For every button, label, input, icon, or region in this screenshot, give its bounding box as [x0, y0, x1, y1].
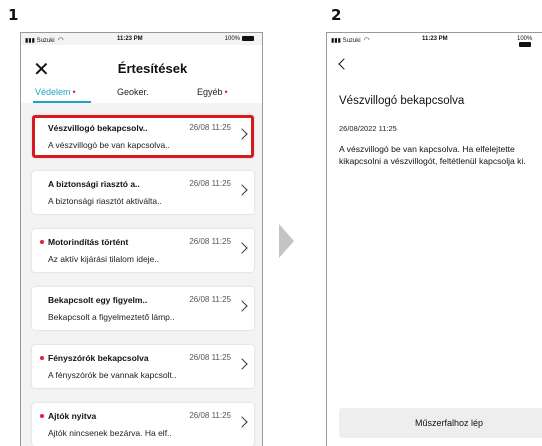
chevron-right-icon: [236, 358, 248, 370]
notification-date: 26/08 11:25: [189, 179, 231, 188]
chevron-right-icon: [236, 128, 248, 140]
chevron-right-icon: [236, 300, 248, 312]
unread-dot-icon: [40, 356, 44, 360]
notification-title: A biztonsági riasztó a..: [48, 179, 140, 189]
notification-item[interactable]: Fényszórók bekapcsolva 26/08 11:25 A fén…: [32, 345, 254, 388]
notification-date: 26/08 11:25: [189, 295, 231, 304]
notification-date: 26/08 11:25: [189, 123, 231, 132]
page-title: Értesítések: [117, 61, 188, 76]
signal-icon: ▮▮▮: [331, 38, 341, 44]
step-number-1: 1: [8, 6, 19, 24]
go-to-dashboard-button[interactable]: Műszerfalhoz lép: [339, 408, 542, 438]
signal-icon: ▮▮▮: [25, 38, 35, 44]
notification-item[interactable]: Motorindítás történt 26/08 11:25 Az aktí…: [32, 229, 254, 272]
notification-title: Bekapcsolt egy figyelm..: [48, 295, 148, 305]
notification-item[interactable]: Bekapcsolt egy figyelm.. 26/08 11:25 Bek…: [32, 287, 254, 330]
detail-title: Vészvillogó bekapcsolva: [339, 95, 465, 107]
next-step-arrow-icon: [279, 224, 294, 258]
notification-title: Vészvillogó bekapcsolv..: [48, 123, 148, 133]
tab-vedelem[interactable]: Védelem •: [35, 87, 76, 97]
notification-body: Bekapcsolt a figyelmeztető lámp..: [48, 312, 175, 322]
chevron-right-icon: [236, 416, 248, 428]
carrier-label: ▮▮▮ Suzuki ◠: [331, 37, 370, 44]
notification-body: A vészvillogó be van kapcsolva..: [48, 140, 170, 150]
status-time: 11:23 PM: [422, 36, 448, 42]
status-bar: ▮▮▮ Suzuki ◠ 11:23 PM 100%: [21, 33, 262, 45]
unread-dot-icon: [40, 240, 44, 244]
notification-date: 26/08 11:25: [189, 237, 231, 246]
detail-date: 26/08/2022 11:25: [339, 124, 397, 133]
battery-icon: [242, 36, 254, 41]
notification-item[interactable]: Vészvillogó bekapcsolv.. 26/08 11:25 A v…: [32, 115, 254, 158]
unread-dot-icon: [40, 414, 44, 418]
battery-indicator: 100%: [517, 36, 542, 48]
notification-item[interactable]: Ajtók nyitva 26/08 11:25 Ajtók nincsenek…: [32, 403, 254, 446]
active-tab-indicator: [33, 101, 91, 103]
notification-date: 26/08 11:25: [189, 353, 231, 362]
tab-bar: Védelem • Geoker. Egyéb •: [21, 85, 262, 103]
header: ✕ Értesítések Védelem • Geoker. Egyéb •: [21, 45, 262, 103]
notification-detail-screen: ▮▮▮ Suzuki ◠ 11:23 PM 100% Vészvillogó be…: [326, 32, 542, 446]
battery-icon: [519, 42, 531, 47]
status-bar: ▮▮▮ Suzuki ◠ 11:23 PM 100%: [327, 33, 542, 48]
chevron-right-icon: [236, 242, 248, 254]
back-chevron-icon[interactable]: [338, 58, 350, 70]
notification-body: A fényszórók be vannak kapcsolt..: [48, 370, 177, 380]
tab-unread-dot: •: [72, 87, 76, 97]
notification-body: A biztonsági riasztót aktiválta..: [48, 196, 162, 206]
notification-body: Ajtók nincsenek bezárva. Ha elf..: [48, 428, 172, 438]
notification-title: Fényszórók bekapcsolva: [48, 353, 149, 363]
chevron-right-icon: [236, 184, 248, 196]
carrier-label: ▮▮▮ Suzuki ◠: [25, 37, 64, 44]
wifi-icon: ◠: [363, 37, 370, 44]
notification-title: Ajtók nyitva: [48, 411, 97, 421]
notification-date: 26/08 11:25: [189, 411, 231, 420]
tab-unread-dot: •: [224, 87, 228, 97]
step-number-2: 2: [331, 6, 342, 24]
tab-geoker[interactable]: Geoker.: [117, 87, 149, 97]
detail-body: A vészvillogó be van kapcsolva. Ha elfel…: [339, 144, 526, 166]
notification-body: Az aktív kijárási tilalom ideje..: [48, 254, 160, 264]
notification-item[interactable]: A biztonsági riasztó a.. 26/08 11:25 A b…: [32, 171, 254, 214]
tab-egyeb[interactable]: Egyéb •: [197, 87, 228, 97]
battery-indicator: 100%: [225, 36, 254, 42]
notification-title: Motorindítás történt: [48, 237, 129, 247]
wifi-icon: ◠: [57, 37, 64, 44]
notifications-screen: ▮▮▮ Suzuki ◠ 11:23 PM 100% ✕ Értesítések …: [20, 32, 263, 446]
status-time: 11:23 PM: [117, 36, 143, 42]
